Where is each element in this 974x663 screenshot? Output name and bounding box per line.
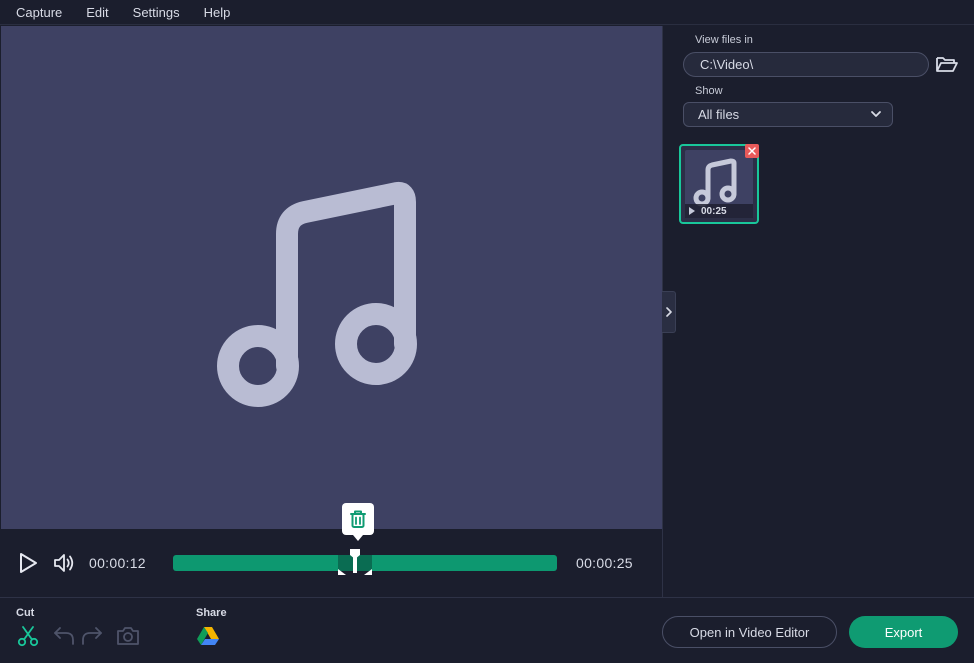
timeline-track[interactable] bbox=[173, 549, 557, 575]
bottom-toolbar: Cut Share Open in Video Editor Export bbox=[0, 598, 974, 663]
media-thumbnail[interactable]: 00:25 bbox=[679, 144, 759, 224]
collapse-panel-button[interactable] bbox=[662, 291, 676, 333]
folder-open-icon[interactable] bbox=[935, 54, 959, 74]
google-drive-icon[interactable] bbox=[196, 624, 220, 648]
duration-bar: 00:25 bbox=[685, 204, 753, 218]
export-button[interactable]: Export bbox=[849, 616, 958, 648]
player-controls: 00:00:12 00:00:25 bbox=[0, 503, 662, 597]
menu-settings[interactable]: Settings bbox=[121, 5, 192, 20]
open-video-editor-button[interactable]: Open in Video Editor bbox=[662, 616, 837, 648]
cut-section-label: Cut bbox=[16, 607, 35, 619]
play-icon[interactable] bbox=[18, 552, 38, 574]
remove-file-button[interactable] bbox=[745, 144, 759, 158]
file-filter-select[interactable]: All files bbox=[683, 102, 893, 127]
camera-icon[interactable] bbox=[116, 624, 140, 648]
folder-path-field[interactable]: C:\Video\ bbox=[683, 52, 929, 77]
trash-icon bbox=[350, 510, 366, 528]
media-duration: 00:25 bbox=[701, 205, 727, 217]
menu-edit[interactable]: Edit bbox=[74, 5, 120, 20]
volume-icon[interactable] bbox=[52, 551, 76, 575]
total-time: 00:00:25 bbox=[576, 555, 633, 571]
share-section-label: Share bbox=[196, 607, 227, 619]
preview-area[interactable] bbox=[1, 26, 662, 529]
play-small-icon bbox=[689, 207, 695, 215]
chevron-down-icon bbox=[871, 111, 881, 117]
menu-bar: Capture Edit Settings Help bbox=[0, 0, 974, 25]
view-files-label: View files in bbox=[695, 34, 753, 46]
current-time: 00:00:12 bbox=[89, 555, 146, 571]
music-note-icon bbox=[217, 181, 417, 407]
show-label: Show bbox=[695, 85, 723, 97]
file-panel: View files in C:\Video\ Show All files 0… bbox=[663, 26, 974, 597]
scissors-icon[interactable] bbox=[16, 624, 40, 648]
redo-icon[interactable] bbox=[80, 624, 104, 648]
undo-icon[interactable] bbox=[52, 624, 76, 648]
menu-capture[interactable]: Capture bbox=[0, 5, 74, 20]
close-icon bbox=[748, 147, 756, 155]
chevron-right-icon bbox=[665, 307, 672, 317]
file-filter-value: All files bbox=[698, 107, 740, 122]
menu-help[interactable]: Help bbox=[192, 5, 243, 20]
trim-marker-icon[interactable] bbox=[338, 549, 372, 575]
delete-segment-button[interactable] bbox=[342, 503, 374, 541]
